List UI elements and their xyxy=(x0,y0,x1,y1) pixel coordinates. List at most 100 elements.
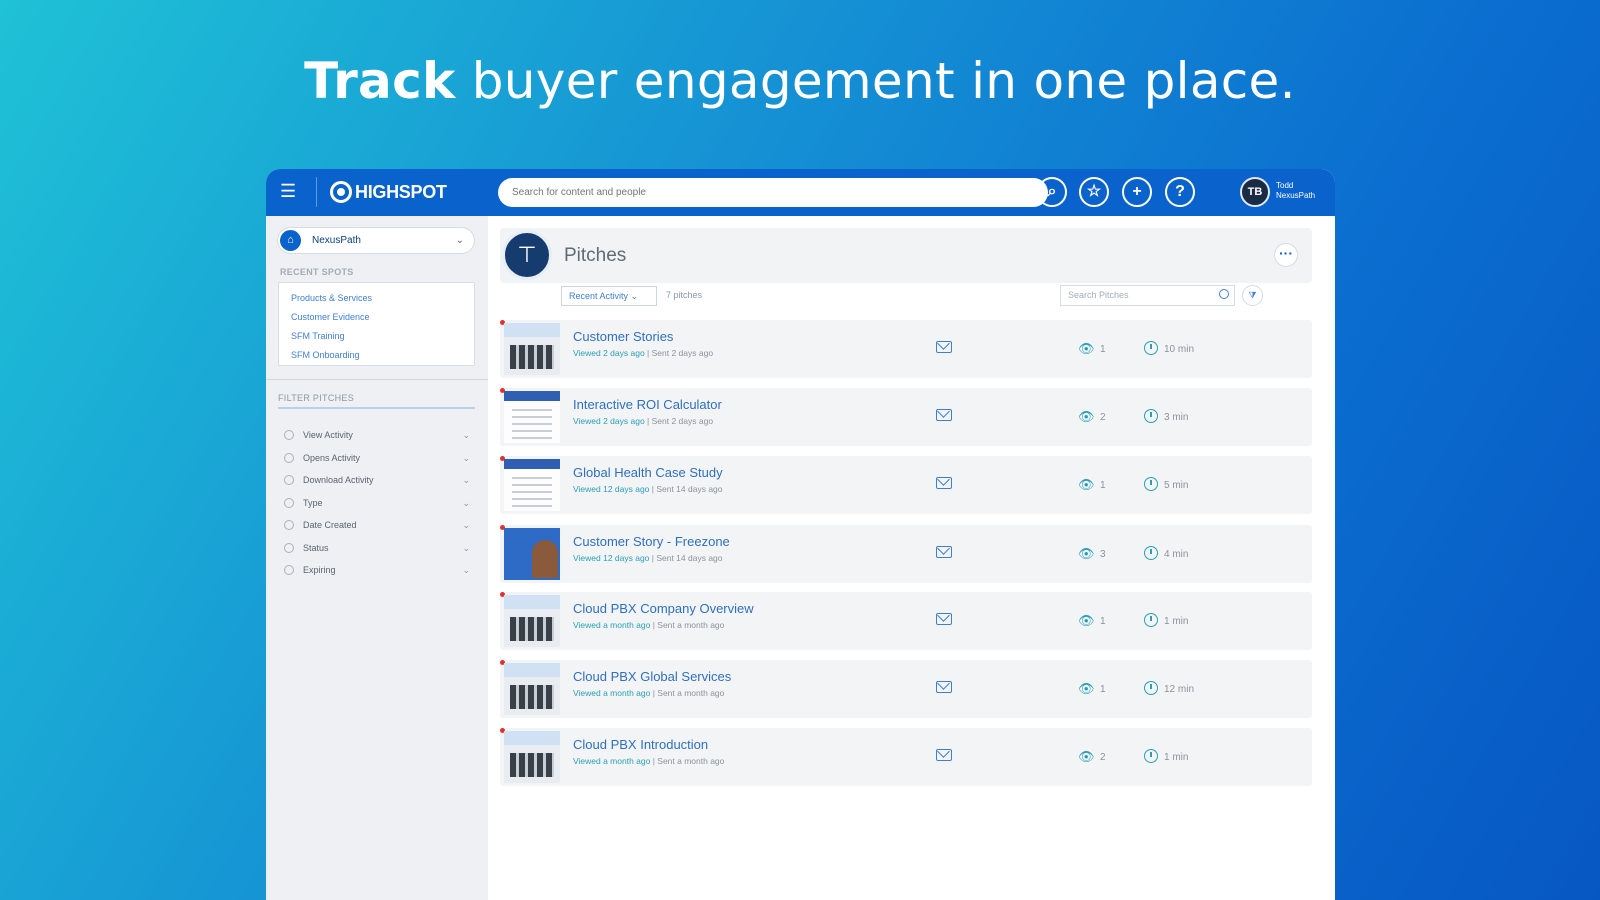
filter-download-activity[interactable]: Download Activity ⌄ xyxy=(284,471,474,489)
brand-name: HIGHSPOT xyxy=(355,181,447,202)
menu-icon[interactable]: ☰ xyxy=(280,182,298,200)
global-search-input[interactable] xyxy=(510,186,1040,199)
filter-date-created[interactable]: Date Created ⌄ xyxy=(284,516,474,534)
sent-time: | Sent 2 days ago xyxy=(644,416,714,426)
highspot-logo[interactable]: HIGHSPOT xyxy=(330,178,447,206)
filter-type[interactable]: Type ⌄ xyxy=(284,494,474,512)
pitch-row[interactable]: Interactive ROI Calculator Viewed 2 days… xyxy=(500,388,1312,446)
mail-icon[interactable] xyxy=(936,749,952,761)
pitch-search-box[interactable]: Search Pitches xyxy=(1060,285,1235,306)
chevron-down-icon: ⌄ xyxy=(462,498,470,508)
search-icon[interactable]: ⌕ xyxy=(1037,177,1067,207)
pitch-title[interactable]: Cloud PBX Global Services xyxy=(573,669,731,684)
clock-icon xyxy=(1144,749,1158,763)
sort-dropdown[interactable]: Recent Activity ⌄ xyxy=(561,286,657,306)
headline-bold: Track xyxy=(304,52,456,110)
spot-selector[interactable]: ⌂ NexusPath ⌄ xyxy=(278,228,474,253)
mail-icon[interactable] xyxy=(936,477,952,489)
mail-icon[interactable] xyxy=(936,341,952,353)
filter-label: Expiring xyxy=(303,565,336,575)
filter-opens-activity[interactable]: Opens Activity ⌄ xyxy=(284,449,474,467)
pitch-title[interactable]: Cloud PBX Company Overview xyxy=(573,601,754,616)
headline-rest: buyer engagement in one place. xyxy=(455,52,1296,110)
chevron-down-icon: ⌄ xyxy=(455,235,464,246)
chevron-down-icon: ⌄ xyxy=(630,291,639,301)
filter-heading-underline xyxy=(278,407,475,409)
recent-spot-link[interactable]: SFM Onboarding xyxy=(291,346,474,365)
filter-label: Date Created xyxy=(303,520,357,530)
more-options-button[interactable]: ··· xyxy=(1274,243,1298,267)
search-icon[interactable] xyxy=(1219,289,1229,299)
viewed-time: Viewed 12 days ago xyxy=(573,553,650,563)
filter-toggle-button[interactable]: ⧩ xyxy=(1242,285,1263,306)
recent-spot-link[interactable]: Customer Evidence xyxy=(291,308,474,327)
pitch-meta: Viewed a month ago | Sent a month ago xyxy=(573,688,724,698)
clock-icon xyxy=(1144,409,1158,423)
pitch-meta: Viewed 2 days ago | Sent 2 days ago xyxy=(573,348,713,358)
recent-spots-heading: RECENT SPOTS xyxy=(280,267,354,277)
chevron-down-icon: ⌄ xyxy=(462,565,470,575)
view-duration: 10 min xyxy=(1164,344,1195,355)
filter-status[interactable]: Status ⌄ xyxy=(284,539,474,557)
pitch-row[interactable]: Global Health Case Study Viewed 12 days … xyxy=(500,456,1312,514)
user-name[interactable]: Todd NexusPath xyxy=(1276,181,1315,201)
filter-expiring[interactable]: Expiring ⌄ xyxy=(284,561,474,579)
pitch-search-placeholder: Search Pitches xyxy=(1068,290,1129,300)
headline: Track buyer engagement in one place. xyxy=(0,52,1600,110)
filter-icon xyxy=(284,498,294,508)
mail-icon[interactable] xyxy=(936,409,952,421)
pitch-title[interactable]: Cloud PBX Introduction xyxy=(573,737,708,752)
home-icon: ⌂ xyxy=(280,230,301,251)
star-icon[interactable]: ☆ xyxy=(1079,177,1109,207)
pitch-title[interactable]: Customer Stories xyxy=(573,329,673,344)
filter-icon xyxy=(284,520,294,530)
viewed-time: Viewed 2 days ago xyxy=(573,348,645,358)
pitch-thumbnail[interactable] xyxy=(504,595,560,647)
view-duration: 3 min xyxy=(1164,412,1189,423)
filter-icon xyxy=(284,453,294,463)
help-icon[interactable]: ? xyxy=(1165,177,1195,207)
view-count: 2 xyxy=(1100,412,1106,423)
sent-time: | Sent 14 days ago xyxy=(649,484,723,494)
view-duration: 1 min xyxy=(1164,752,1189,763)
pitch-meta: Viewed 2 days ago | Sent 2 days ago xyxy=(573,416,713,426)
eye-icon: 👁 xyxy=(1078,613,1095,628)
pitch-row[interactable]: Customer Stories Viewed 2 days ago | Sen… xyxy=(500,320,1312,378)
chevron-down-icon: ⌄ xyxy=(462,430,470,440)
recent-spot-link[interactable]: SFM Training xyxy=(291,327,474,346)
recent-spot-link[interactable]: Products & Services xyxy=(291,289,474,308)
pitch-row[interactable]: Customer Story - Freezone Viewed 12 days… xyxy=(500,525,1312,583)
pitch-row[interactable]: Cloud PBX Global Services Viewed a month… xyxy=(500,660,1312,718)
pitch-title[interactable]: Global Health Case Study xyxy=(573,465,723,480)
plus-icon[interactable]: + xyxy=(1122,177,1152,207)
pitch-title[interactable]: Customer Story - Freezone xyxy=(573,534,730,549)
filter-view-activity[interactable]: View Activity ⌄ xyxy=(284,426,474,444)
global-search-box[interactable] xyxy=(498,178,1048,207)
chevron-down-icon: ⌄ xyxy=(462,543,470,553)
chevron-down-icon: ⌄ xyxy=(462,453,470,463)
filter-label: View Activity xyxy=(303,430,353,440)
avatar[interactable]: TB xyxy=(1240,177,1270,207)
eye-icon: 👁 xyxy=(1078,409,1095,424)
pitch-row[interactable]: Cloud PBX Company Overview Viewed a mont… xyxy=(500,592,1312,650)
sent-time: | Sent 14 days ago xyxy=(649,553,723,563)
pitch-thumbnail[interactable] xyxy=(504,323,560,375)
viewed-time: Viewed a month ago xyxy=(573,688,651,698)
clock-icon xyxy=(1144,613,1158,627)
pitch-thumbnail[interactable] xyxy=(504,528,560,580)
pitch-meta: Viewed 12 days ago | Sent 14 days ago xyxy=(573,484,723,494)
eye-icon: 👁 xyxy=(1078,341,1095,356)
pitch-row[interactable]: Cloud PBX Introduction Viewed a month ag… xyxy=(500,728,1312,786)
pitch-title[interactable]: Interactive ROI Calculator xyxy=(573,397,722,412)
view-count: 1 xyxy=(1100,480,1106,491)
pitch-thumbnail[interactable] xyxy=(504,391,560,443)
eye-icon: 👁 xyxy=(1078,749,1095,764)
pitch-thumbnail[interactable] xyxy=(504,459,560,511)
pitch-thumbnail[interactable] xyxy=(504,731,560,783)
mail-icon[interactable] xyxy=(936,546,952,558)
mail-icon[interactable] xyxy=(936,681,952,693)
spot-name: NexusPath xyxy=(312,235,361,246)
mail-icon[interactable] xyxy=(936,613,952,625)
pitch-thumbnail[interactable] xyxy=(504,663,560,715)
recent-spots-list: Products & Services Customer Evidence SF… xyxy=(278,282,475,366)
